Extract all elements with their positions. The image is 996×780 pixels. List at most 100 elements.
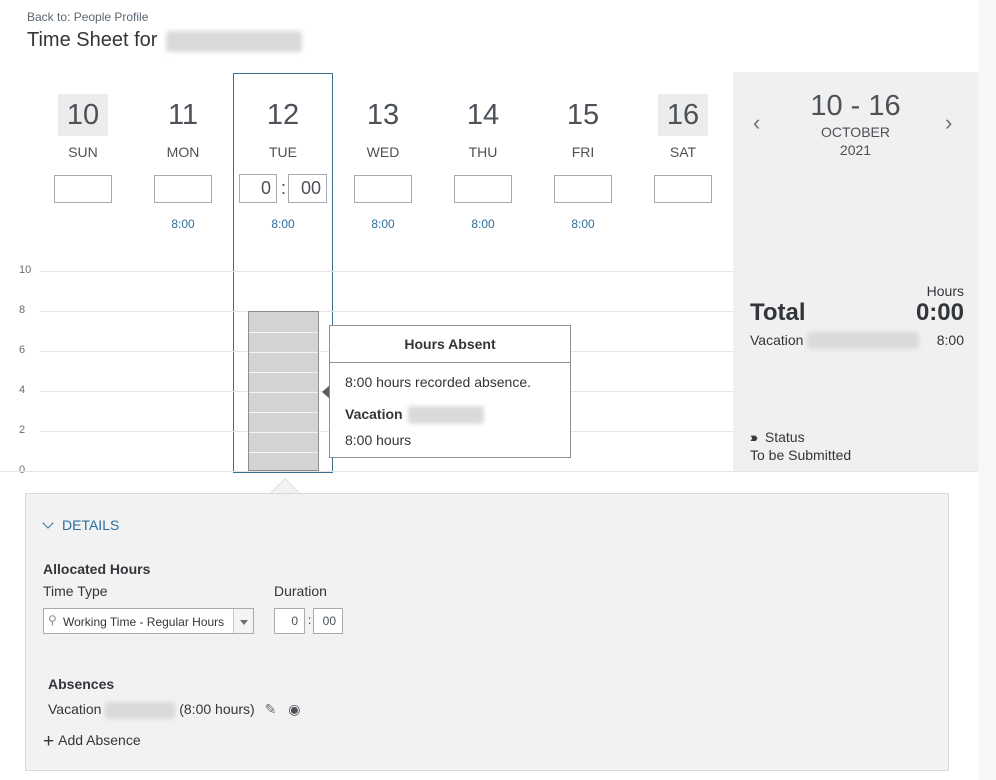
redacted-detail bbox=[105, 701, 176, 719]
status-row: ››› Status bbox=[750, 429, 805, 445]
day-hours-input-sat[interactable] bbox=[654, 175, 712, 203]
day-number: 11 bbox=[167, 99, 199, 131]
back-to-profile-link[interactable]: Back to: People Profile bbox=[27, 10, 148, 24]
tooltip-hours: 8:00 hours bbox=[345, 432, 412, 448]
day-column-mon[interactable]: 11 MON bbox=[133, 94, 233, 160]
y-tick-label: 10 bbox=[19, 264, 32, 276]
tooltip-summary: 8:00 hours recorded absence. bbox=[345, 374, 532, 390]
duration-separator: : bbox=[308, 613, 312, 627]
day-minutes-input-tue[interactable]: 00 bbox=[288, 174, 327, 203]
tooltip-absence-type-label: Vacation bbox=[345, 406, 403, 422]
y-tick-label: 8 bbox=[19, 304, 26, 316]
page-title: Time Sheet for bbox=[27, 29, 158, 51]
absence-type: Vacation bbox=[48, 701, 102, 717]
add-absence-label: Add Absence bbox=[58, 732, 141, 748]
redacted-detail bbox=[807, 332, 919, 349]
day-of-week: TUE bbox=[269, 144, 297, 160]
day-number: 14 bbox=[466, 99, 500, 131]
day-column-wed[interactable]: 13 WED bbox=[333, 94, 433, 160]
edit-icon[interactable]: ✎ bbox=[265, 701, 277, 717]
day-hours-input-mon[interactable] bbox=[154, 175, 212, 203]
bar-segment-line bbox=[249, 372, 318, 373]
time-separator: : bbox=[281, 178, 287, 198]
day-hours-input-wed[interactable] bbox=[354, 175, 412, 203]
day-column-sat[interactable]: 16 SAT bbox=[633, 94, 733, 160]
day-column-fri[interactable]: 15 FRI bbox=[533, 94, 633, 160]
day-number: 15 bbox=[566, 99, 600, 131]
scheduled-hours: 8:00 bbox=[271, 217, 295, 231]
day-number: 13 bbox=[366, 99, 400, 131]
bar-segment-line bbox=[249, 392, 318, 393]
view-icon[interactable]: ◉ bbox=[288, 701, 300, 717]
tooltip-absence-type: Vacation bbox=[345, 406, 485, 425]
day-hours-input-fri[interactable] bbox=[554, 175, 612, 203]
day-number: 10 bbox=[58, 94, 108, 136]
section-divider bbox=[0, 471, 978, 472]
details-panel: DETAILS Allocated Hours Time Type Durati… bbox=[25, 493, 949, 771]
time-type-value: Working Time - Regular Hours bbox=[63, 615, 225, 629]
day-number: 16 bbox=[658, 94, 708, 136]
vacation-summary-value: 8:00 bbox=[936, 332, 964, 348]
absence-entry: Vacation (8:00 hours) ✎ ◉ bbox=[48, 701, 300, 719]
day-of-week: WED bbox=[366, 144, 400, 160]
day-hours-input-thu[interactable] bbox=[454, 175, 512, 203]
add-absence-button[interactable]: + Add Absence bbox=[43, 729, 141, 752]
week-range: 10 - 16 bbox=[810, 90, 901, 122]
dropdown-button[interactable] bbox=[233, 609, 253, 633]
y-tick-label: 6 bbox=[19, 344, 26, 356]
status-label: Status bbox=[764, 429, 805, 445]
total-value: 0:00 bbox=[915, 299, 964, 326]
status-icon: ››› bbox=[750, 429, 758, 445]
status-value: To be Submitted bbox=[750, 447, 852, 463]
details-toggle-label: DETAILS bbox=[62, 517, 120, 533]
duration-label: Duration bbox=[274, 583, 327, 599]
y-tick-label: 0 bbox=[19, 464, 26, 476]
dropdown-arrow-icon bbox=[240, 620, 248, 625]
bar-segment-line bbox=[249, 412, 318, 413]
chart-gridline bbox=[40, 311, 733, 312]
redacted-detail bbox=[408, 406, 485, 425]
week-month: OCTOBER bbox=[821, 124, 890, 140]
redacted-employee-name bbox=[166, 31, 302, 52]
total-label: Total bbox=[750, 299, 806, 326]
page-scrollbar[interactable] bbox=[978, 0, 996, 780]
hours-column-label: Hours bbox=[926, 283, 964, 299]
day-of-week: MON bbox=[166, 144, 200, 160]
details-toggle[interactable]: DETAILS bbox=[42, 517, 120, 533]
search-icon: ⚲ bbox=[48, 613, 57, 627]
tooltip-title: Hours Absent bbox=[330, 326, 570, 363]
day-hours-input-tue[interactable]: 0 bbox=[239, 174, 277, 203]
bar-segment-line bbox=[249, 332, 318, 333]
chevron-down-icon bbox=[42, 517, 54, 529]
scheduled-hours: 8:00 bbox=[471, 217, 495, 231]
bar-segment-line bbox=[249, 432, 318, 433]
y-tick-label: 4 bbox=[19, 384, 26, 396]
scheduled-hours: 8:00 bbox=[571, 217, 595, 231]
duration-minutes-input[interactable]: 00 bbox=[313, 608, 343, 634]
allocated-hours-title: Allocated Hours bbox=[43, 561, 151, 577]
scheduled-hours: 8:00 bbox=[371, 217, 395, 231]
day-number: 12 bbox=[266, 99, 300, 131]
y-tick-label: 2 bbox=[19, 424, 26, 436]
details-pointer bbox=[271, 479, 299, 493]
day-hours-input-sun[interactable] bbox=[54, 175, 112, 203]
week-summary-panel: ‹ › 10 - 16 OCTOBER 2021 Hours Total 0:0… bbox=[733, 72, 978, 471]
day-of-week: SUN bbox=[68, 144, 98, 160]
day-column-thu[interactable]: 14 THU bbox=[433, 94, 533, 160]
day-column-tue[interactable]: 12 TUE bbox=[233, 94, 333, 160]
absences-title: Absences bbox=[48, 676, 115, 692]
day-of-week: FRI bbox=[571, 144, 595, 160]
day-column-sun[interactable]: 10 SUN bbox=[33, 94, 133, 160]
duration-hours-input[interactable]: 0 bbox=[274, 608, 305, 634]
absence-hours: (8:00 hours) bbox=[179, 701, 255, 717]
hours-bar-tue[interactable] bbox=[248, 311, 319, 471]
time-type-label: Time Type bbox=[43, 583, 108, 599]
scheduled-hours: 8:00 bbox=[171, 217, 195, 231]
chart-gridline bbox=[40, 271, 733, 272]
time-type-select[interactable]: ⚲ Working Time - Regular Hours bbox=[43, 608, 254, 634]
vacation-summary-label: Vacation bbox=[750, 332, 804, 348]
day-of-week: THU bbox=[468, 144, 498, 160]
bar-segment-line bbox=[249, 452, 318, 453]
bar-segment-line bbox=[249, 352, 318, 353]
plus-icon: + bbox=[43, 731, 55, 752]
